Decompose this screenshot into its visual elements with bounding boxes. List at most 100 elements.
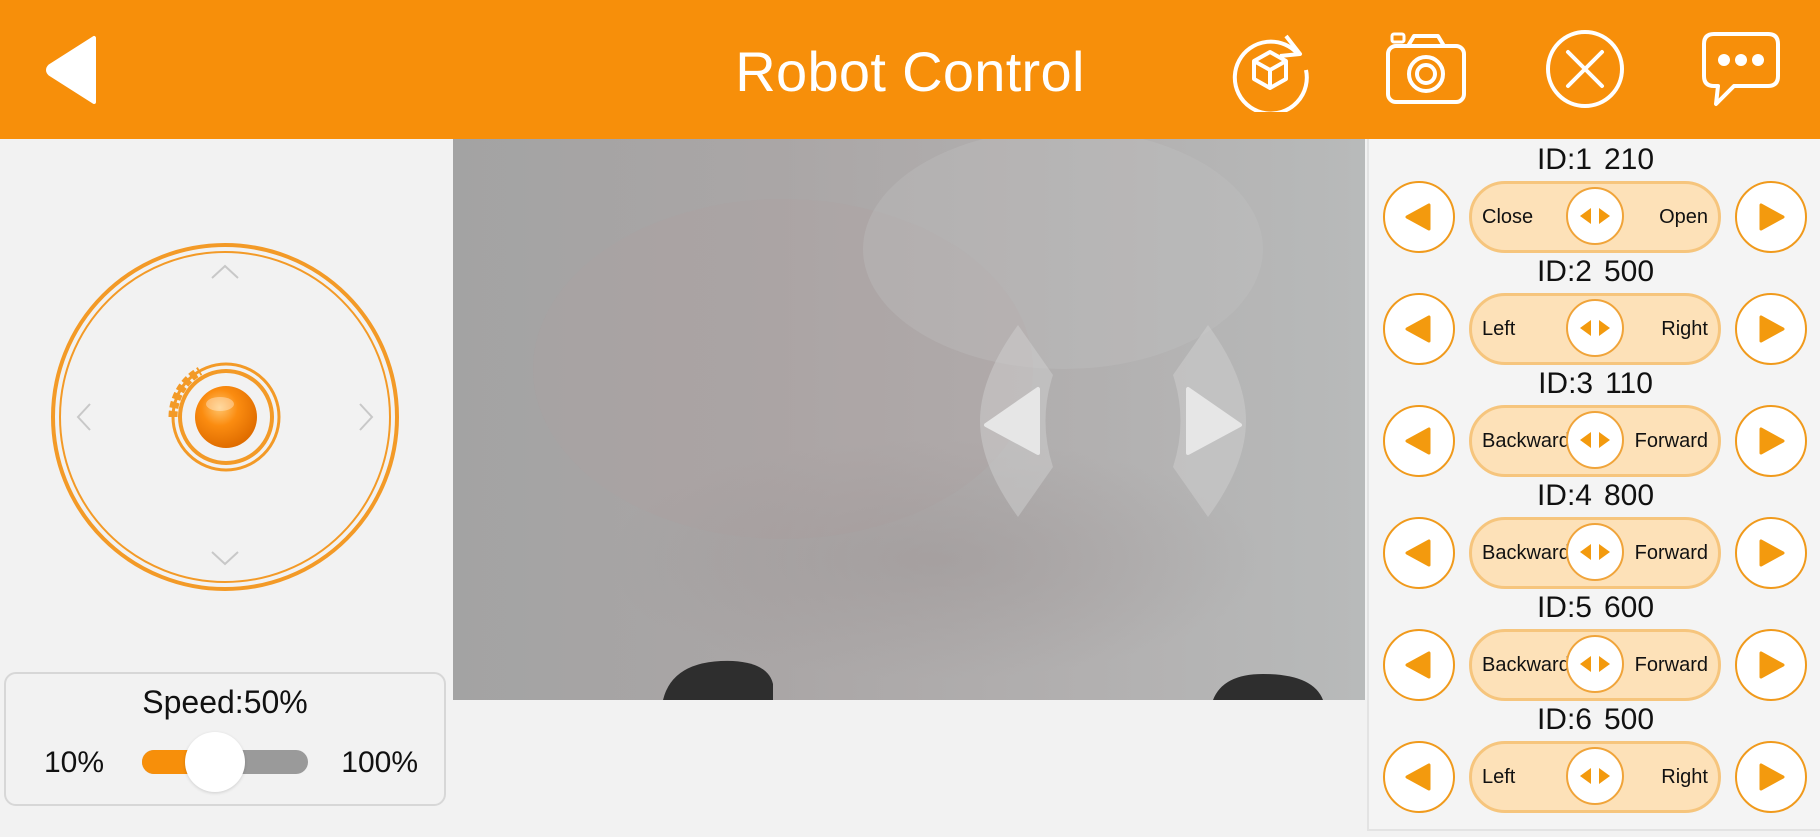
servo-decrease-button[interactable] bbox=[1383, 741, 1455, 813]
servo-value: 210 bbox=[1603, 143, 1655, 176]
servo-id-label: ID:3 110 bbox=[1538, 367, 1653, 400]
servo-max-label: Right bbox=[1661, 318, 1708, 340]
chevron-right-icon bbox=[359, 403, 374, 431]
servo-min-label: Left bbox=[1482, 766, 1516, 788]
reset-view-button[interactable] bbox=[1228, 28, 1312, 116]
left-right-arrows-icon bbox=[1580, 320, 1610, 336]
servo-increase-button[interactable] bbox=[1735, 629, 1807, 701]
servo-id-label: ID:2 500 bbox=[1536, 255, 1655, 288]
right-arrow-icon bbox=[1759, 539, 1785, 567]
servo-decrease-button[interactable] bbox=[1383, 517, 1455, 589]
left-arrow-icon bbox=[1405, 203, 1431, 231]
servo-min-label: Backward bbox=[1482, 542, 1570, 564]
joystick[interactable] bbox=[50, 242, 400, 592]
servo-row: ID:5 600 Backward Forward bbox=[1369, 591, 1820, 703]
turn-left-icon bbox=[980, 325, 1053, 517]
left-right-arrows-icon bbox=[1580, 768, 1610, 784]
close-icon bbox=[1546, 30, 1624, 108]
left-arrow-icon bbox=[1405, 651, 1431, 679]
right-arrow-icon bbox=[1759, 763, 1785, 791]
servo-slider-knob[interactable] bbox=[1566, 523, 1624, 581]
servo-decrease-button[interactable] bbox=[1383, 181, 1455, 253]
camera-left-button[interactable] bbox=[958, 325, 1053, 517]
servo-min-label: Backward bbox=[1482, 654, 1570, 676]
speed-max-label: 100% bbox=[341, 746, 418, 779]
servo-slider[interactable]: Left Right bbox=[1469, 741, 1721, 813]
servo-max-label: Forward bbox=[1634, 654, 1708, 676]
back-button[interactable] bbox=[44, 34, 100, 106]
servo-slider[interactable]: Backward Forward bbox=[1469, 629, 1721, 701]
servo-row: ID:6 500 Left Right bbox=[1369, 703, 1820, 815]
camera-feed bbox=[453, 139, 1365, 700]
servo-slider-knob[interactable] bbox=[1566, 747, 1624, 805]
left-right-arrows-icon bbox=[1580, 544, 1610, 560]
servo-max-label: Forward bbox=[1634, 430, 1708, 452]
servo-slider-knob[interactable] bbox=[1566, 299, 1624, 357]
servo-row: ID:1 210 Close Open bbox=[1369, 143, 1820, 255]
servo-max-label: Forward bbox=[1634, 542, 1708, 564]
servo-decrease-button[interactable] bbox=[1383, 405, 1455, 477]
close-button[interactable] bbox=[1544, 28, 1626, 110]
servo-increase-button[interactable] bbox=[1735, 181, 1807, 253]
back-icon bbox=[46, 36, 96, 104]
left-arrow-icon bbox=[1405, 315, 1431, 343]
left-right-arrows-icon bbox=[1580, 432, 1610, 448]
snapshot-button[interactable] bbox=[1384, 30, 1468, 106]
chat-icon bbox=[1702, 32, 1780, 106]
left-arrow-icon bbox=[1405, 763, 1431, 791]
servo-value: 110 bbox=[1605, 367, 1653, 400]
servo-id-label: ID:6 500 bbox=[1536, 703, 1655, 736]
right-arrow-icon bbox=[1759, 203, 1785, 231]
servo-value: 500 bbox=[1603, 703, 1655, 736]
servo-increase-button[interactable] bbox=[1735, 517, 1807, 589]
camera-icon bbox=[1386, 32, 1466, 104]
turn-right-icon bbox=[1173, 325, 1246, 517]
servo-value: 500 bbox=[1603, 255, 1655, 288]
servo-id-label: ID:4 800 bbox=[1536, 479, 1655, 512]
servo-slider-knob[interactable] bbox=[1566, 635, 1624, 693]
speed-slider-thumb[interactable] bbox=[185, 732, 246, 792]
right-arrow-icon bbox=[1759, 651, 1785, 679]
right-arrow-icon bbox=[1759, 427, 1785, 455]
left-arrow-icon bbox=[1405, 427, 1431, 455]
servo-increase-button[interactable] bbox=[1735, 293, 1807, 365]
servo-slider[interactable]: Backward Forward bbox=[1469, 405, 1721, 477]
servo-id-label: ID:1 210 bbox=[1536, 143, 1655, 176]
servo-value: 600 bbox=[1603, 591, 1655, 624]
servo-slider[interactable]: Backward Forward bbox=[1469, 517, 1721, 589]
speed-label: Speed:50% bbox=[142, 684, 308, 720]
servo-value: 800 bbox=[1603, 479, 1655, 512]
servo-slider[interactable]: Left Right bbox=[1469, 293, 1721, 365]
servo-decrease-button[interactable] bbox=[1383, 629, 1455, 701]
left-right-arrows-icon bbox=[1580, 208, 1610, 224]
chevron-down-icon bbox=[211, 551, 239, 566]
servo-increase-button[interactable] bbox=[1735, 405, 1807, 477]
speed-min-label: 10% bbox=[44, 746, 105, 779]
chat-button[interactable] bbox=[1700, 30, 1782, 108]
servo-max-label: Right bbox=[1661, 766, 1708, 788]
speed-slider[interactable] bbox=[142, 732, 308, 792]
servo-row: ID:3 110 Backward Forward bbox=[1369, 367, 1820, 479]
servo-min-label: Left bbox=[1482, 318, 1516, 340]
servo-decrease-button[interactable] bbox=[1383, 293, 1455, 365]
joystick-knob[interactable] bbox=[168, 362, 281, 472]
camera-right-button[interactable] bbox=[1173, 325, 1268, 517]
reset-3d-icon bbox=[1232, 34, 1309, 116]
servo-row: ID:2 500 Left Right bbox=[1369, 255, 1820, 367]
left-right-arrows-icon bbox=[1580, 656, 1610, 672]
servo-max-label: Open bbox=[1659, 206, 1708, 228]
servo-panel: ID:1 210 Close Open ID:2 500 Left Right ID… bbox=[1367, 139, 1820, 831]
right-arrow-icon bbox=[1759, 315, 1785, 343]
chevron-up-icon bbox=[211, 264, 239, 279]
servo-min-label: Backward bbox=[1482, 430, 1570, 452]
speed-control: Speed:50% 10% 100% bbox=[4, 672, 446, 806]
servo-slider-knob[interactable] bbox=[1566, 411, 1624, 469]
servo-min-label: Close bbox=[1482, 206, 1534, 228]
servo-slider-knob[interactable] bbox=[1566, 187, 1624, 245]
left-arrow-icon bbox=[1405, 539, 1431, 567]
servo-increase-button[interactable] bbox=[1735, 741, 1807, 813]
servo-id-label: ID:5 600 bbox=[1536, 591, 1655, 624]
servo-row: ID:4 800 Backward Forward bbox=[1369, 479, 1820, 591]
chevron-left-icon bbox=[76, 403, 91, 431]
servo-slider[interactable]: Close Open bbox=[1469, 181, 1721, 253]
